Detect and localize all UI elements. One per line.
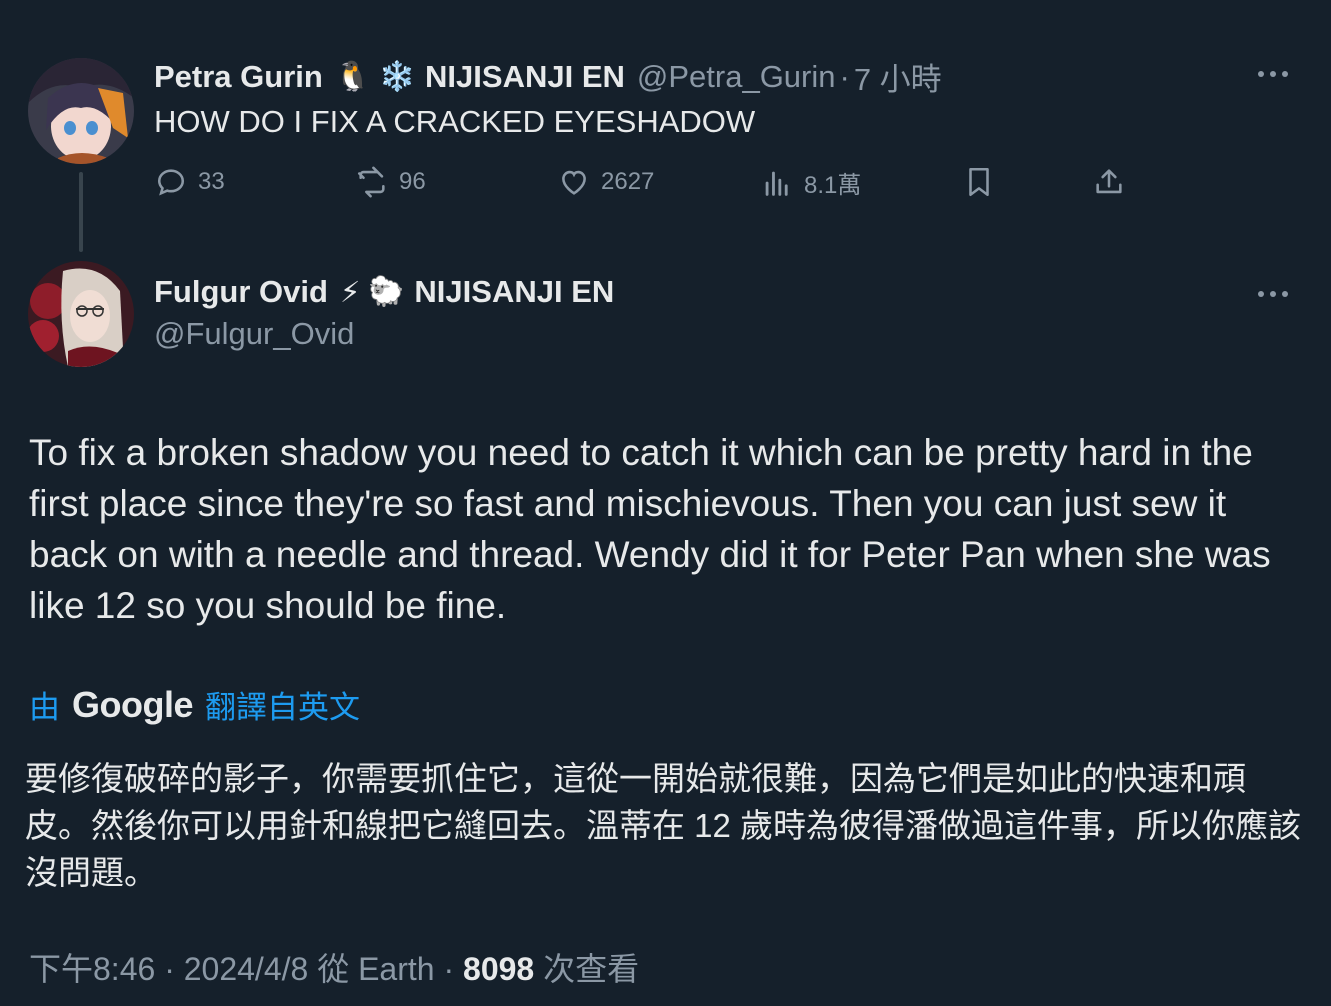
retweet-icon — [357, 166, 385, 198]
meta-separator: · — [164, 951, 175, 987]
translation-attribution[interactable]: 由 Google 翻譯自英文 — [29, 682, 360, 727]
tweet-date[interactable]: 2024/4/8 — [184, 951, 309, 987]
meta-separator: · — [443, 951, 455, 987]
tweet-meta: 下午8:46 · 2024/4/8 從 Earth · 8098 次查看 — [29, 944, 639, 990]
petra-time-ago[interactable]: 7 小時 — [854, 54, 942, 99]
translated-from-label[interactable]: 翻譯自英文 — [205, 682, 360, 727]
petra-more-icon[interactable] — [1258, 69, 1288, 79]
fulgur-display-name[interactable]: Fulgur Ovid — [154, 274, 328, 310]
fulgur-tweet-text: To fix a broken shadow you need to catch… — [29, 432, 1271, 626]
views-icon — [765, 171, 788, 196]
translated-by-label: 由 — [29, 690, 60, 725]
like-count: 2627 — [601, 168, 655, 195]
fulgur-group-name: NIJISANJI EN — [414, 274, 615, 309]
snowflake-emoji-icon: ❄️ — [378, 60, 416, 93]
share-button[interactable] — [1092, 165, 1126, 199]
views-count: 8.1萬 — [804, 172, 862, 199]
like-icon — [562, 170, 586, 195]
petra-display-name[interactable]: Petra Gurin — [154, 59, 323, 95]
bookmark-button[interactable] — [962, 165, 996, 199]
tweet-view-count: 8098 — [463, 951, 535, 987]
petra-tweet-text: HOW DO I FIX A CRACKED EYESHADOW — [154, 104, 756, 139]
views-button[interactable]: 8.1萬 — [760, 165, 861, 200]
tweet-views-label: 次查看 — [543, 951, 640, 987]
petra-handle[interactable]: @Petra_Gurin — [637, 59, 836, 95]
fulgur-name-row: Fulgur Ovid ⚡ 🐑 NIJISANJI EN — [154, 274, 614, 310]
bookmark-icon — [969, 167, 989, 197]
translated-text: 要修復破碎的影子，你需要抓住它，這從一開始就很難，因為它們是如此的快速和頑皮。然… — [25, 760, 1302, 891]
petra-group-name: NIJISANJI EN — [425, 58, 625, 94]
tweet-time[interactable]: 下午8:46 — [29, 951, 155, 987]
penguin-emoji-icon: 🐧 — [334, 60, 371, 93]
tweet-source: 從 Earth — [317, 951, 435, 987]
like-button[interactable]: 2627 — [557, 165, 654, 199]
reply-icon — [157, 169, 185, 196]
thread-line — [79, 172, 83, 252]
sheep-emoji-icon: 🐑 — [368, 276, 405, 308]
fulgur-more-icon[interactable] — [1258, 289, 1288, 299]
retweet-count: 96 — [399, 168, 426, 195]
time-separator: · — [839, 58, 850, 94]
avatar-petra[interactable] — [28, 58, 134, 164]
google-logo: Google — [72, 683, 194, 725]
avatar-fulgur[interactable] — [28, 261, 134, 367]
reply-count: 33 — [198, 168, 225, 195]
retweet-button[interactable]: 96 — [355, 165, 426, 199]
fulgur-handle[interactable]: @Fulgur_Ovid — [154, 316, 354, 352]
petra-name-row: Petra Gurin 🐧 ❄️ NIJISANJI EN @Petra_Gur… — [154, 54, 942, 99]
lightning-emoji-icon: ⚡ — [339, 276, 361, 309]
reply-button[interactable]: 33 — [154, 165, 225, 199]
share-icon — [1096, 169, 1122, 194]
